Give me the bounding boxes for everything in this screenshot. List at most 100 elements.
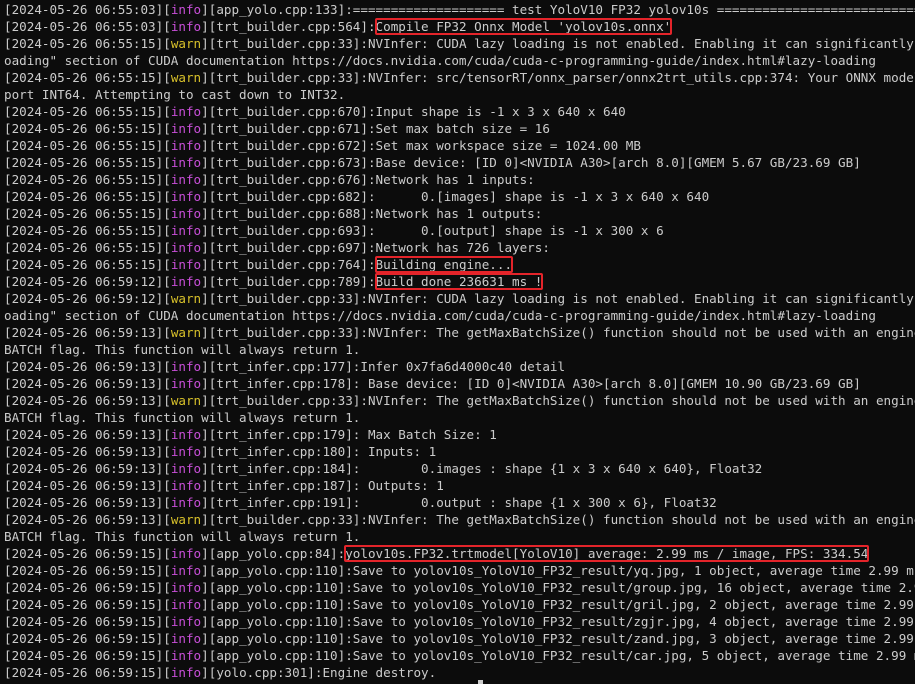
log-text: BATCH flag. This function will always re… <box>4 342 361 357</box>
log-text: [2024-05-26 06:59:13][ <box>4 376 171 391</box>
log-line: BATCH flag. This function will always re… <box>4 409 915 426</box>
log-level-info: info <box>170 240 202 255</box>
log-level-warn: warn <box>170 36 202 51</box>
log-line: [2024-05-26 06:59:15][info][app_yolo.cpp… <box>4 579 915 596</box>
log-text: BATCH flag. This function will always re… <box>4 529 361 544</box>
log-line: [2024-05-26 06:59:15][info][app_yolo.cpp… <box>4 647 915 664</box>
log-line: [2024-05-26 06:55:15][info][trt_builder.… <box>4 188 915 205</box>
log-text: ][trt_builder.cpp:564]: <box>201 19 376 34</box>
log-text: [2024-05-26 06:59:15][ <box>4 614 171 629</box>
log-text: [2024-05-26 06:59:13][ <box>4 512 171 527</box>
log-level-info: info <box>170 631 202 646</box>
log-level-info: info <box>170 495 202 510</box>
log-text: [2024-05-26 06:55:15][ <box>4 189 171 204</box>
log-text: [2024-05-26 06:59:13][ <box>4 495 171 510</box>
log-text: [2024-05-26 06:59:12][ <box>4 274 171 289</box>
log-text: [2024-05-26 06:59:15][ <box>4 631 171 646</box>
log-line: [2024-05-26 06:59:15][info][yolo.cpp:301… <box>4 664 915 681</box>
log-text: ][app_yolo.cpp:84]: <box>201 546 346 561</box>
log-level-info: info <box>170 648 202 663</box>
log-text: ][trt_builder.cpp:33]:NVInfer: The getMa… <box>201 512 915 527</box>
highlighted-message: Build done 236631 ms ! <box>374 273 544 290</box>
highlighted-message: yolov10s.FP32.trtmodel[YoloV10] average:… <box>344 545 870 562</box>
log-text: ][trt_infer.cpp:179]: Max Batch Size: 1 <box>201 427 497 442</box>
log-level-info: info <box>170 580 202 595</box>
log-text: ][app_yolo.cpp:110]:Save to yolov10s_Yol… <box>201 580 915 595</box>
log-line: BATCH flag. This function will always re… <box>4 528 915 545</box>
log-text: ][trt_builder.cpp:33]:NVInfer: The getMa… <box>201 325 915 340</box>
log-text: ][app_yolo.cpp:110]:Save to yolov10s_Yol… <box>201 648 915 663</box>
log-text: ][trt_builder.cpp:670]:Input shape is -1… <box>201 104 626 119</box>
log-text: ][app_yolo.cpp:133]:====================… <box>201 2 915 17</box>
log-line: [2024-05-26 06:55:15][info][trt_builder.… <box>4 239 915 256</box>
log-line: [2024-05-26 06:55:03][info][trt_builder.… <box>4 18 915 35</box>
log-text: [2024-05-26 06:55:15][ <box>4 206 171 221</box>
log-level-info: info <box>170 614 202 629</box>
log-text: ][trt_infer.cpp:178]: Base device: [ID 0… <box>201 376 861 391</box>
log-level-info: info <box>170 172 202 187</box>
log-text: ][trt_builder.cpp:33]:NVInfer: CUDA lazy… <box>201 36 914 51</box>
log-text: ][app_yolo.cpp:110]:Save to yolov10s_Yol… <box>201 614 915 629</box>
log-text: ][app_yolo.cpp:110]:Save to yolov10s_Yol… <box>201 597 915 612</box>
log-line: oading" section of CUDA documentation ht… <box>4 307 915 324</box>
log-line: [2024-05-26 06:55:15][info][trt_builder.… <box>4 256 915 273</box>
log-level-info: info <box>170 359 202 374</box>
log-text: [2024-05-26 06:59:12][ <box>4 291 171 306</box>
highlighted-message: Building engine... <box>374 256 514 273</box>
log-line: [2024-05-26 06:55:03][info][app_yolo.cpp… <box>4 1 915 18</box>
log-text: ][trt_builder.cpp:764]: <box>201 257 376 272</box>
log-line: [2024-05-26 06:59:13][info][trt_infer.cp… <box>4 477 915 494</box>
log-line: [2024-05-26 06:55:15][warn][trt_builder.… <box>4 35 915 52</box>
log-level-info: info <box>170 427 202 442</box>
log-text: [2024-05-26 06:55:15][ <box>4 138 171 153</box>
log-level-info: info <box>170 376 202 391</box>
highlighted-message: Compile FP32 Onnx Model 'yolov10s.onnx' <box>374 18 673 35</box>
log-line: [2024-05-26 06:59:13][warn][trt_builder.… <box>4 324 915 341</box>
log-text: ][trt_infer.cpp:180]: Inputs: 1 <box>201 444 437 459</box>
log-line: [2024-05-26 06:59:13][info][trt_infer.cp… <box>4 460 915 477</box>
log-text: [2024-05-26 06:55:15][ <box>4 70 171 85</box>
terminal-output[interactable]: [2024-05-26 06:55:03][info][app_yolo.cpp… <box>4 1 915 684</box>
log-line: [2024-05-26 06:59:13][info][trt_infer.cp… <box>4 443 915 460</box>
log-text: ][trt_builder.cpp:789]: <box>201 274 376 289</box>
log-text: [2024-05-26 06:55:03][ <box>4 2 171 17</box>
log-text: [2024-05-26 06:59:13][ <box>4 427 171 442</box>
log-text: ][yolo.cpp:301]:Engine destroy. <box>201 665 437 680</box>
log-level-info: info <box>170 257 202 272</box>
log-line: [2024-05-26 06:55:15][info][trt_builder.… <box>4 171 915 188</box>
log-line: [2024-05-26 06:59:13][info][trt_infer.cp… <box>4 358 915 375</box>
log-line: port INT64. Attempting to cast down to I… <box>4 86 915 103</box>
log-text: ][trt_builder.cpp:673]:Base device: [ID … <box>201 155 861 170</box>
log-line: [2024-05-26 06:55:15][info][trt_builder.… <box>4 154 915 171</box>
log-line: [2024-05-26 06:55:15][info][trt_builder.… <box>4 103 915 120</box>
log-text: ][trt_builder.cpp:676]:Network has 1 inp… <box>201 172 535 187</box>
log-line: [2024-05-26 06:55:15][info][trt_builder.… <box>4 222 915 239</box>
log-text: ][trt_builder.cpp:33]:NVInfer: src/tenso… <box>201 70 915 85</box>
log-text: [2024-05-26 06:55:15][ <box>4 172 171 187</box>
log-level-info: info <box>170 563 202 578</box>
log-line: [2024-05-26 06:55:15][info][trt_builder.… <box>4 137 915 154</box>
log-line: [2024-05-26 06:59:13][info][trt_infer.cp… <box>4 426 915 443</box>
log-level-info: info <box>170 461 202 476</box>
log-text: [2024-05-26 06:59:13][ <box>4 461 171 476</box>
log-text: [2024-05-26 06:55:15][ <box>4 121 171 136</box>
log-text: ][trt_builder.cpp:693]: 0.[output] shape… <box>201 223 664 238</box>
log-text: [2024-05-26 06:59:15][ <box>4 580 171 595</box>
log-line: [2024-05-26 06:55:15][warn][trt_builder.… <box>4 69 915 86</box>
log-text: [2024-05-26 06:55:15][ <box>4 36 171 51</box>
log-line: [2024-05-26 06:59:13][info][trt_infer.cp… <box>4 494 915 511</box>
text-cursor <box>478 680 483 684</box>
log-level-info: info <box>170 155 202 170</box>
log-text: ][trt_infer.cpp:177]:Infer 0x7fa6d4000c4… <box>201 359 566 374</box>
log-text: [2024-05-26 06:59:15][ <box>4 546 171 561</box>
log-text: BATCH flag. This function will always re… <box>4 410 361 425</box>
log-level-warn: warn <box>170 512 202 527</box>
log-level-info: info <box>170 274 202 289</box>
log-text: [2024-05-26 06:55:15][ <box>4 257 171 272</box>
log-level-info: info <box>170 121 202 136</box>
log-line: [2024-05-26 06:59:12][warn][trt_builder.… <box>4 290 915 307</box>
log-text: ][trt_builder.cpp:671]:Set max batch siz… <box>201 121 550 136</box>
log-text: ][trt_builder.cpp:697]:Network has 726 l… <box>201 240 550 255</box>
log-level-info: info <box>170 189 202 204</box>
log-line: [2024-05-26 06:59:15][info][app_yolo.cpp… <box>4 545 915 562</box>
